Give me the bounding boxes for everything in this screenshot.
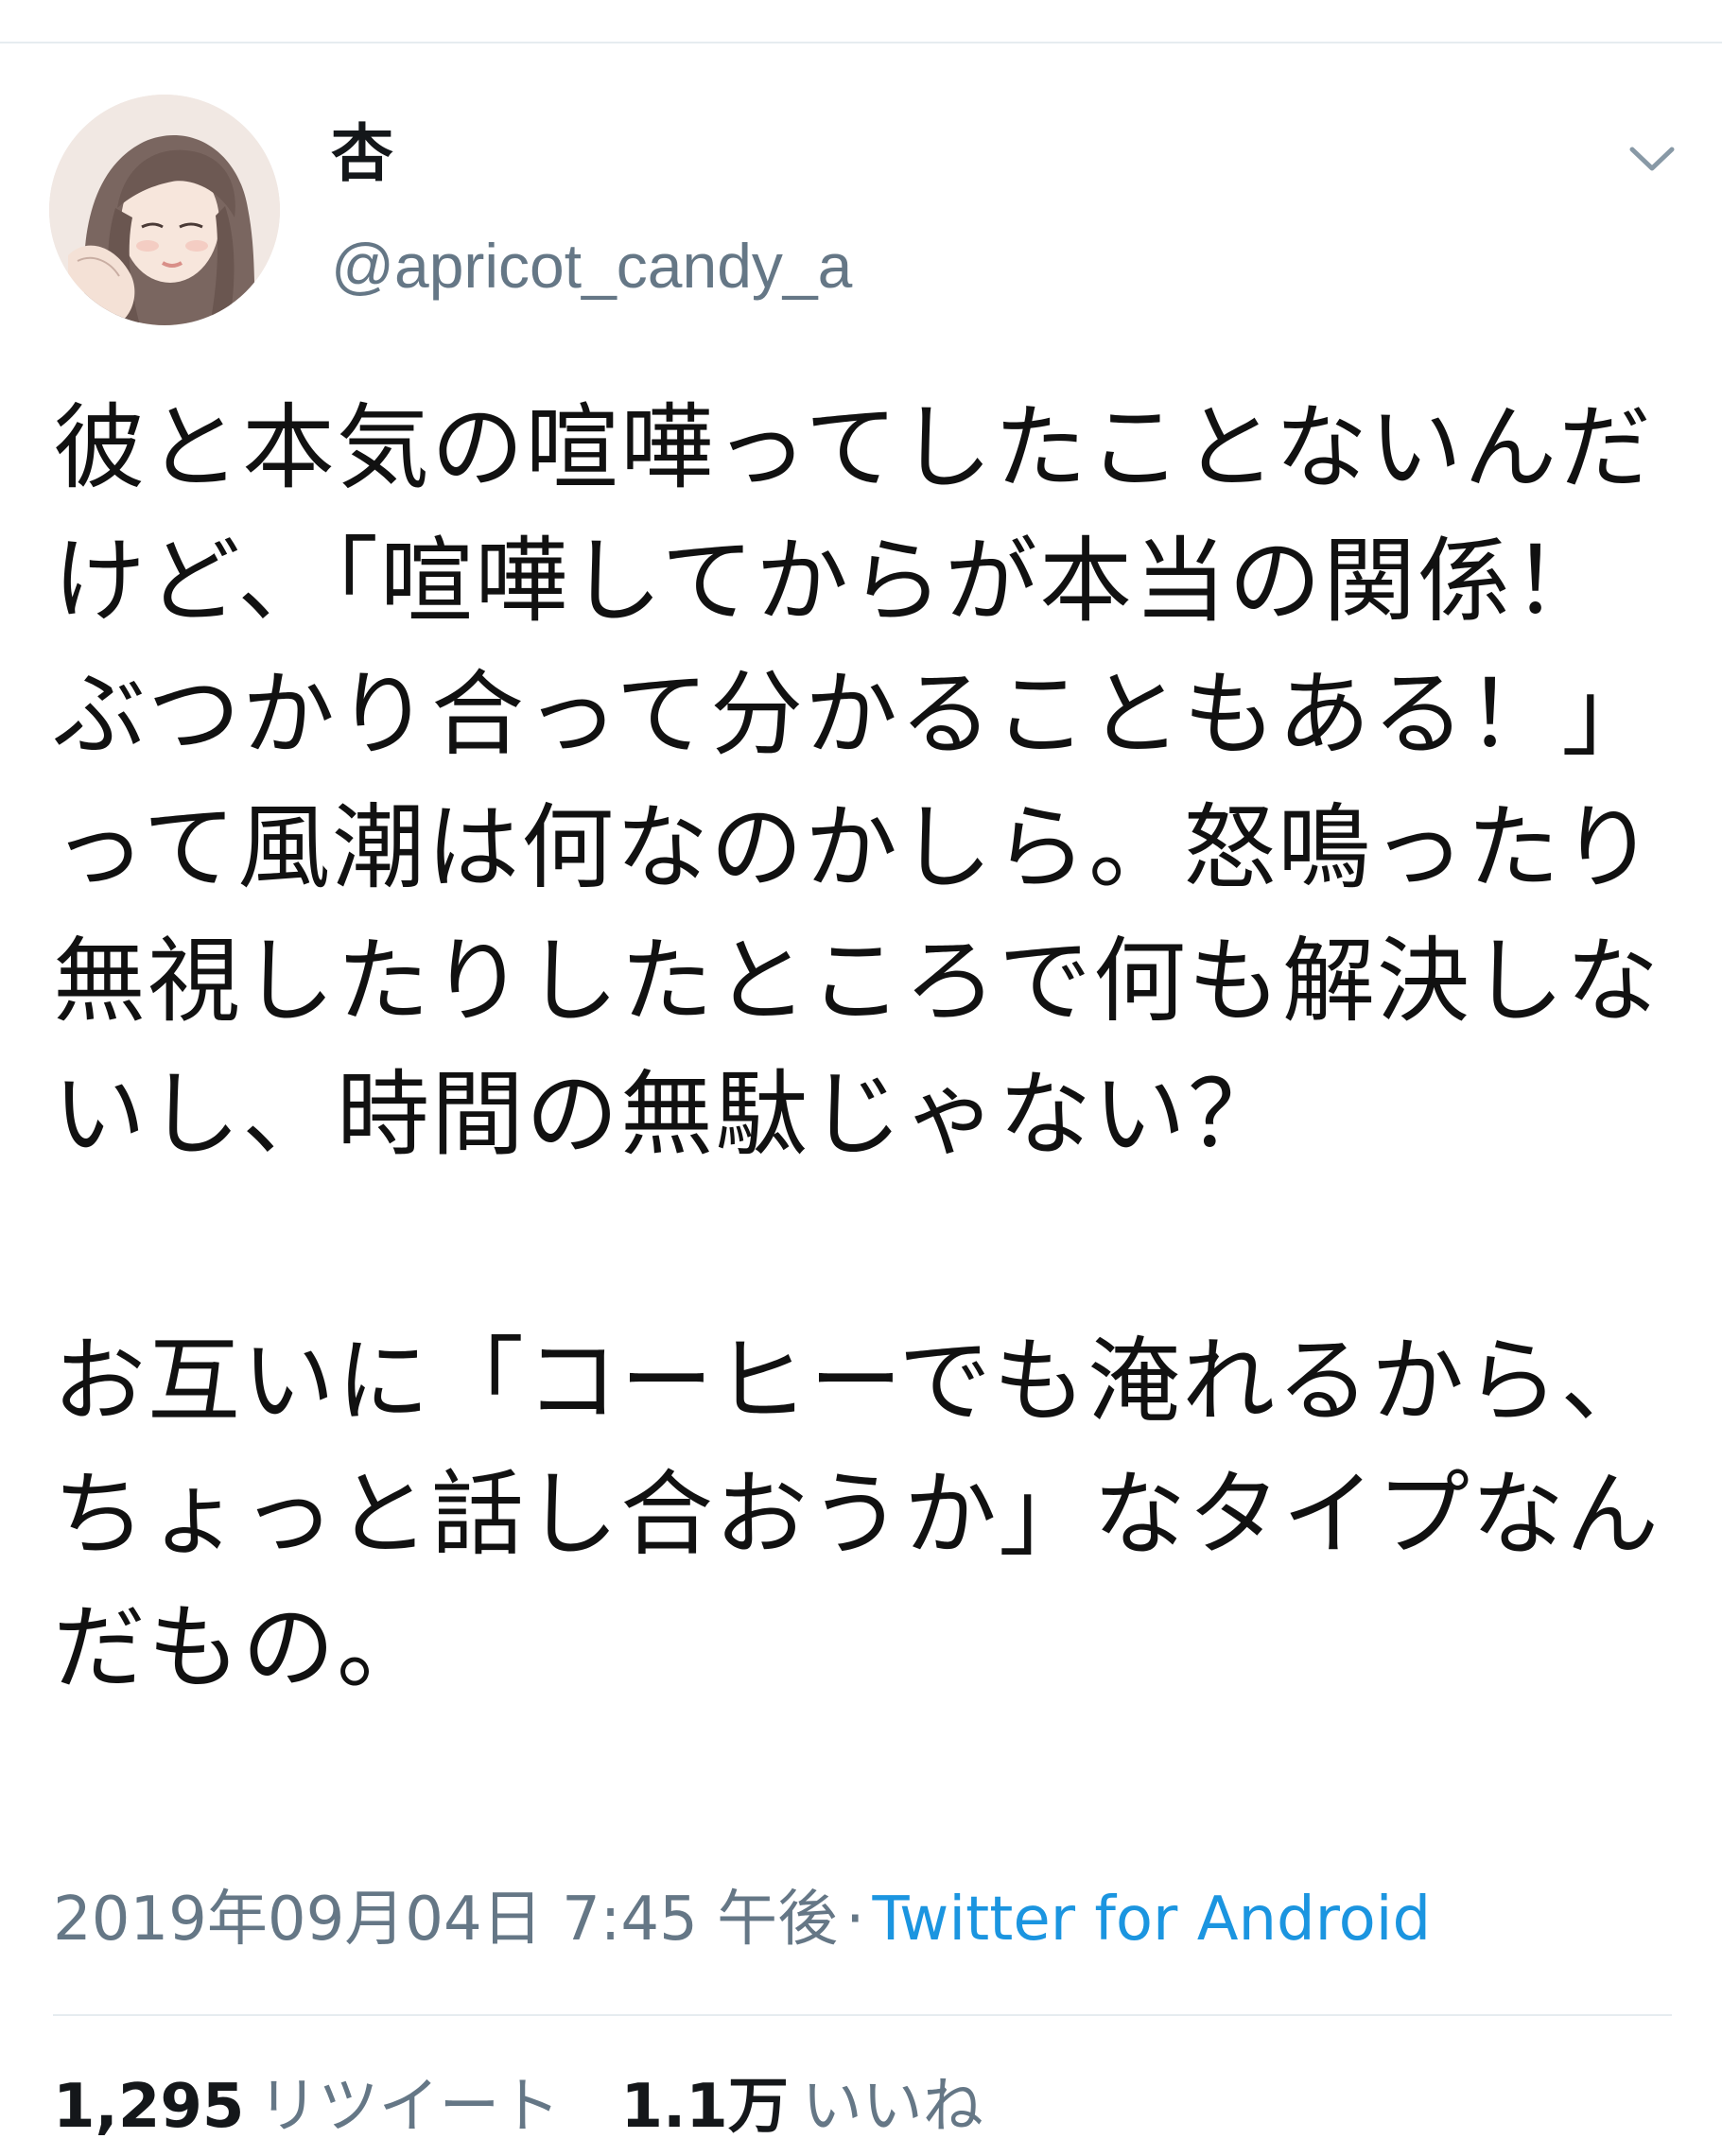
retweets-label: リツイート xyxy=(257,2072,561,2142)
avatar-illustration xyxy=(49,95,280,325)
tweet-card: 杏 @apricot_candy_a 彼と本気の喧嘩ってしたことないんだけど、「… xyxy=(0,0,1722,2156)
user-handle[interactable]: @apricot_candy_a xyxy=(331,235,852,297)
likes-stat[interactable]: 1.1万 いいね xyxy=(620,2072,983,2142)
tweet-meta: 2019年09月04日 7:45 午後 · Twitter for Android xyxy=(53,1882,1431,1957)
likes-label: いいね xyxy=(801,2072,983,2142)
likes-count: 1.1万 xyxy=(620,2072,789,2142)
tweet-stats: 1,295 リツイート 1.1万 いいね xyxy=(53,2069,983,2145)
chevron-down-icon[interactable] xyxy=(1626,140,1678,178)
retweets-stat[interactable]: 1,295 リツイート xyxy=(53,2072,560,2142)
tweet-text: 彼と本気の喧嘩ってしたことないんだけど、「喧嘩してからが本当の関係！ぶつかり合っ… xyxy=(53,394,1661,1702)
meta-separator: · xyxy=(845,1885,865,1955)
retweets-count: 1,295 xyxy=(53,2072,245,2142)
stats-divider xyxy=(53,2014,1672,2016)
avatar[interactable] xyxy=(49,95,280,325)
display-name[interactable]: 杏 xyxy=(331,123,393,185)
source-link[interactable]: Twitter for Android xyxy=(873,1885,1432,1955)
timestamp[interactable]: 2019年09月04日 7:45 午後 xyxy=(53,1885,838,1955)
